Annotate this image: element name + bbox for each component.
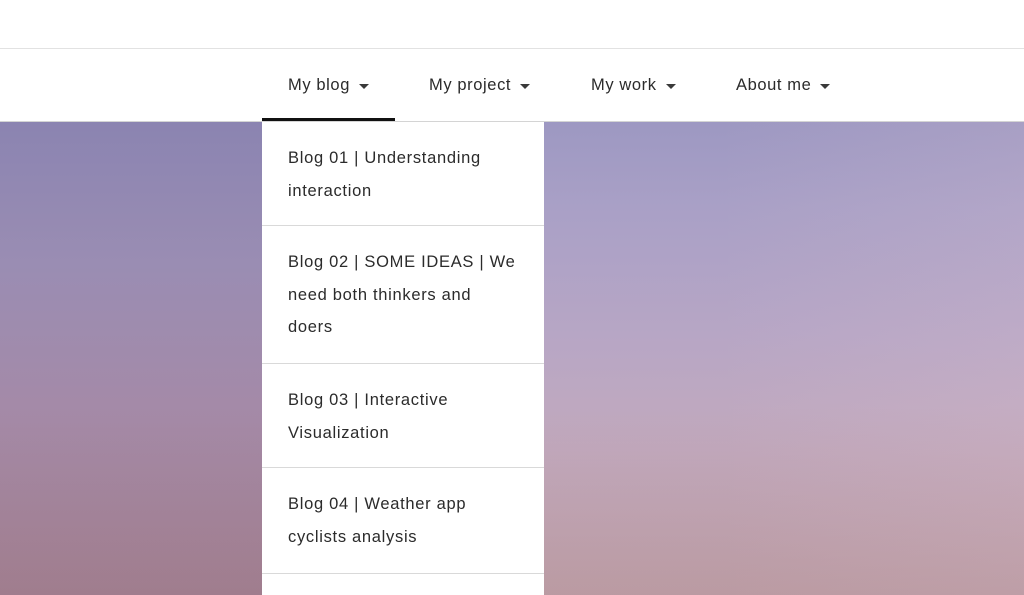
dropdown-item-label: Blog 04 | Weather app cyclists analysis	[288, 495, 467, 546]
dropdown-item-label: Blog 01 | Understanding interaction	[288, 149, 481, 200]
nav-item-my-blog[interactable]: My blog	[262, 49, 395, 121]
nav-item-label: My blog	[288, 75, 350, 94]
caret-down-icon	[820, 84, 831, 89]
blog-dropdown-menu: Blog 01 | Understanding interaction Blog…	[262, 122, 544, 595]
page: My blog My project My work About me Blog…	[0, 0, 1024, 595]
hero-left-region	[0, 122, 262, 595]
nav-item-my-project[interactable]: My project	[429, 49, 531, 121]
caret-down-icon	[520, 84, 531, 89]
dropdown-item-blog-04[interactable]: Blog 04 | Weather app cyclists analysis	[262, 468, 544, 574]
dropdown-item-next[interactable]	[262, 574, 544, 595]
dropdown-item-blog-03[interactable]: Blog 03 | Interactive Visualization	[262, 364, 544, 468]
dropdown-item-label: Blog 02 | SOME IDEAS | We need both thin…	[288, 253, 516, 336]
caret-down-icon	[665, 84, 676, 89]
top-header-bar	[0, 0, 1024, 49]
caret-down-icon	[358, 84, 369, 89]
nav-item-my-work[interactable]: My work	[591, 49, 676, 121]
nav-item-about-me[interactable]: About me	[736, 49, 831, 121]
nav-item-label: My work	[591, 75, 657, 94]
dropdown-item-blog-01[interactable]: Blog 01 | Understanding interaction	[262, 122, 544, 226]
nav-item-label: My project	[429, 75, 512, 94]
nav-item-label: About me	[736, 75, 812, 94]
dropdown-item-blog-02[interactable]: Blog 02 | SOME IDEAS | We need both thin…	[262, 226, 544, 364]
dropdown-item-label: Blog 03 | Interactive Visualization	[288, 391, 449, 442]
